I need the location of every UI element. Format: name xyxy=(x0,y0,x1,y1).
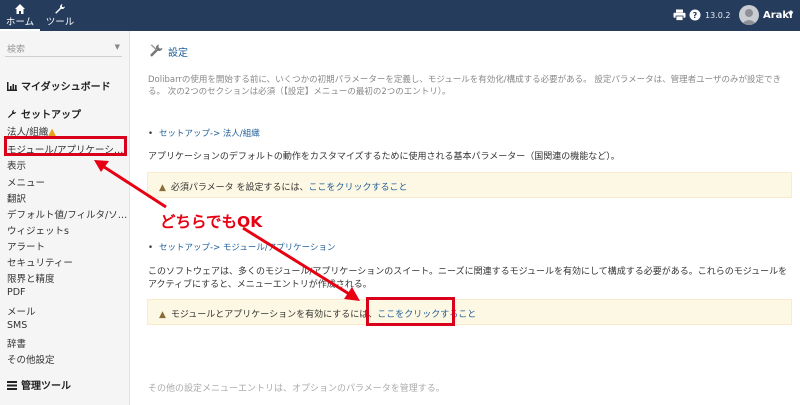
annotation-arrows xyxy=(94,160,360,301)
annotation-arrow-left xyxy=(97,161,167,209)
annotation-arrow-right xyxy=(242,226,355,299)
